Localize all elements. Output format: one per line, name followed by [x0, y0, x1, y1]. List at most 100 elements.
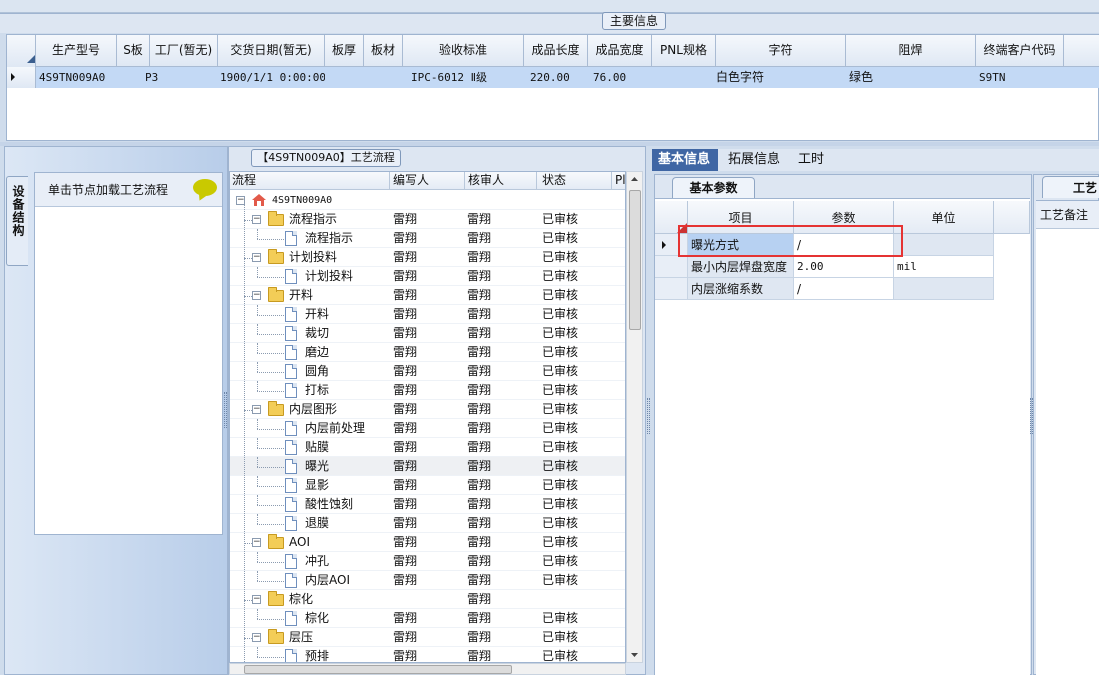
tab-basic-info[interactable]: 基本信息: [652, 149, 718, 171]
tree-row[interactable]: − 内层图形 雷翔 雷翔 已审核: [230, 400, 625, 419]
col-header[interactable]: 交货日期(暂无): [218, 35, 325, 67]
tree-col-header[interactable]: Pl: [612, 172, 625, 190]
middle-splitter-grip[interactable]: [647, 398, 650, 434]
collapse-icon[interactable]: −: [252, 215, 261, 224]
equipment-structure-tab[interactable]: 设备结构: [6, 176, 28, 266]
col-header[interactable]: 工厂(暂无): [150, 35, 218, 67]
tree-row[interactable]: 磨边 雷翔 雷翔 已审核: [230, 343, 625, 362]
tree-row[interactable]: 计划投料 雷翔 雷翔 已审核: [230, 267, 625, 286]
writer-cell: 雷翔: [393, 421, 418, 435]
cell-customer-code[interactable]: S9TN: [976, 67, 1099, 88]
cell-s-board[interactable]: P3: [117, 67, 218, 88]
base-params-tab[interactable]: 基本参数: [672, 177, 755, 198]
row-selector[interactable]: [655, 256, 688, 278]
cell-solder-mask[interactable]: 绿色: [846, 67, 976, 88]
tree-col-header[interactable]: 状态: [537, 172, 612, 190]
param-unit[interactable]: [894, 278, 994, 300]
tree-node-label: 预排: [305, 649, 330, 663]
tree-connector: [257, 609, 258, 619]
tree-row[interactable]: 开料 雷翔 雷翔 已审核: [230, 305, 625, 324]
collapse-icon[interactable]: −: [252, 595, 261, 604]
tree-row[interactable]: − 层压 雷翔 雷翔 已审核: [230, 628, 625, 647]
scroll-thumb[interactable]: [629, 190, 641, 330]
col-header[interactable]: 板厚: [325, 35, 364, 67]
cell-width[interactable]: 76.00: [588, 67, 652, 88]
tree-horizontal-scrollbar[interactable]: [229, 663, 626, 675]
cell-length[interactable]: 220.00: [524, 67, 588, 88]
tree-row[interactable]: 预排 雷翔 雷翔 已审核: [230, 647, 625, 663]
cell-standard[interactable]: IPC-6012 Ⅱ级: [403, 67, 524, 88]
hscroll-thumb[interactable]: [244, 665, 512, 674]
tree-row[interactable]: − 流程指示 雷翔 雷翔 已审核: [230, 210, 625, 229]
param-unit[interactable]: [894, 234, 994, 256]
reviewer-cell: 雷翔: [467, 326, 492, 340]
col-header[interactable]: 字符: [716, 35, 846, 67]
tree-connector: [257, 334, 284, 335]
tree-node-label: 磨边: [305, 345, 330, 359]
col-header[interactable]: 成品宽度: [588, 35, 652, 67]
tree-row[interactable]: 冲孔 雷翔 雷翔 已审核: [230, 552, 625, 571]
process-notes-tab[interactable]: 工艺: [1042, 176, 1099, 198]
tree-row[interactable]: 曝光 雷翔 雷翔 已审核: [230, 457, 625, 476]
cell-char[interactable]: 白色字符: [716, 67, 846, 88]
tree-row[interactable]: 圆角 雷翔 雷翔 已审核: [230, 362, 625, 381]
tree-row[interactable]: 内层前处理 雷翔 雷翔 已审核: [230, 419, 625, 438]
param-col-header[interactable]: 单位: [894, 201, 994, 234]
status-cell: 已审核: [542, 497, 579, 511]
col-header[interactable]: 验收标准: [403, 35, 524, 67]
tree-col-header[interactable]: 核审人: [465, 172, 537, 190]
col-header[interactable]: 阻焊: [846, 35, 976, 67]
tab-extended-info[interactable]: 拓展信息: [722, 149, 788, 171]
collapse-icon[interactable]: −: [252, 405, 261, 414]
param-unit[interactable]: mil: [894, 256, 994, 278]
tree-row[interactable]: 酸性蚀刻 雷翔 雷翔 已审核: [230, 495, 625, 514]
param-row[interactable]: 最小内层焊盘宽度 2.00 mil: [655, 256, 1030, 278]
col-header[interactable]: S板: [117, 35, 150, 67]
tree-row[interactable]: 棕化 雷翔 雷翔 已审核: [230, 609, 625, 628]
status-cell: 已审核: [542, 535, 579, 549]
tree-row[interactable]: 贴膜 雷翔 雷翔 已审核: [230, 438, 625, 457]
tree-row[interactable]: 显影 雷翔 雷翔 已审核: [230, 476, 625, 495]
tree-row[interactable]: − 开料 雷翔 雷翔 已审核: [230, 286, 625, 305]
base-params-grid: 项目 参数 单位 曝光方式 / 最小内层焊盘宽度 2.00 mil 内层涨缩系数…: [655, 198, 1030, 675]
tree-row[interactable]: 内层AOI 雷翔 雷翔 已审核: [230, 571, 625, 590]
param-row[interactable]: 内层涨缩系数 /: [655, 278, 1030, 300]
tree-row[interactable]: − AOI 雷翔 雷翔 已审核: [230, 533, 625, 552]
collapse-icon[interactable]: −: [252, 253, 261, 262]
param-item[interactable]: 内层涨缩系数: [688, 278, 794, 300]
col-header[interactable]: 生产型号: [36, 35, 117, 67]
row-selector[interactable]: [7, 67, 36, 88]
param-value[interactable]: 2.00: [794, 256, 894, 278]
left-splitter-grip[interactable]: [224, 392, 227, 428]
tab-work-hours[interactable]: 工时: [792, 149, 834, 171]
col-header[interactable]: PNL规格: [652, 35, 716, 67]
cell-pnl[interactable]: [652, 67, 716, 88]
tree-row[interactable]: 退膜 雷翔 雷翔 已审核: [230, 514, 625, 533]
param-value[interactable]: /: [794, 278, 894, 300]
param-item[interactable]: 最小内层焊盘宽度: [688, 256, 794, 278]
collapse-icon[interactable]: −: [252, 291, 261, 300]
tree-col-header[interactable]: 流程: [230, 172, 390, 190]
cell-model[interactable]: 4S9TN009A0: [36, 67, 117, 88]
cell-thickness[interactable]: [325, 67, 403, 88]
tree-row[interactable]: − 计划投料 雷翔 雷翔 已审核: [230, 248, 625, 267]
writer-cell: 雷翔: [393, 497, 418, 511]
collapse-icon[interactable]: −: [252, 538, 261, 547]
tree-root-row[interactable]: − 4S9TN009A0: [230, 191, 625, 210]
cell-delivery-date[interactable]: 1900/1/1 0:00:00: [218, 67, 325, 88]
collapse-icon[interactable]: −: [252, 633, 261, 642]
scroll-up-icon[interactable]: [627, 172, 642, 186]
row-selector[interactable]: [655, 278, 688, 300]
col-header[interactable]: 板材: [364, 35, 403, 67]
col-header[interactable]: 终端客户代码: [976, 35, 1064, 67]
tree-vertical-scrollbar[interactable]: [626, 171, 643, 663]
tree-row[interactable]: 打标 雷翔 雷翔 已审核: [230, 381, 625, 400]
tree-row[interactable]: 裁切 雷翔 雷翔 已审核: [230, 324, 625, 343]
tree-col-header[interactable]: 编写人: [390, 172, 465, 190]
status-cell: 已审核: [542, 231, 579, 245]
scroll-down-icon[interactable]: [627, 648, 642, 662]
tree-row[interactable]: 流程指示 雷翔 雷翔 已审核: [230, 229, 625, 248]
col-header[interactable]: 成品长度: [524, 35, 588, 67]
tree-node-label: 内层前处理: [305, 421, 366, 435]
tree-row[interactable]: − 棕化 雷翔: [230, 590, 625, 609]
